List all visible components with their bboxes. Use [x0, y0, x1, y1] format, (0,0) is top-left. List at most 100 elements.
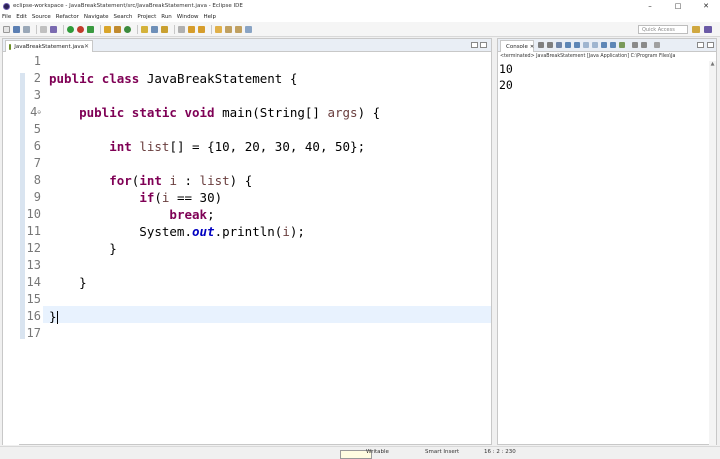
- line-number: 14: [26, 275, 41, 289]
- code-line: int list[] = {10, 20, 30, 40, 50};: [109, 139, 366, 154]
- word-wrap-icon[interactable]: [574, 42, 580, 48]
- menu-navigate[interactable]: Navigate: [84, 14, 109, 20]
- pin-console-icon[interactable]: [601, 42, 607, 48]
- clear-console-icon[interactable]: [556, 42, 562, 48]
- save-icon[interactable]: [13, 25, 20, 33]
- maximize-view-icon[interactable]: [707, 42, 714, 48]
- menu-source[interactable]: Source: [32, 14, 51, 20]
- line-number: 1: [33, 54, 41, 68]
- close-button[interactable]: ✕: [692, 0, 720, 12]
- java-perspective-icon[interactable]: [704, 26, 712, 33]
- window-title: eclipse-workspace - JavaBreakStatement/s…: [13, 3, 243, 9]
- menu-file[interactable]: File: [2, 14, 11, 20]
- view-menu-chevron-icon[interactable]: [654, 42, 660, 48]
- code-line: for(int i : list) {: [109, 173, 253, 188]
- window-controls: – □ ✕: [636, 0, 720, 12]
- tab-javabreakstatement[interactable]: JavaBreakStatement.java ✕: [5, 40, 93, 52]
- line-number: 16: [26, 309, 41, 323]
- line-number: 11: [26, 224, 41, 238]
- minimize-view-icon[interactable]: [471, 42, 478, 48]
- toolbar-separator: [63, 24, 64, 34]
- menu-run[interactable]: Run: [161, 14, 172, 20]
- writable-status: Writable: [366, 449, 389, 455]
- console-output-line: 10: [499, 62, 513, 76]
- forward-icon[interactable]: [235, 25, 242, 33]
- minimize-button[interactable]: –: [636, 0, 664, 12]
- close-tab-icon[interactable]: ✕: [530, 44, 534, 50]
- show-stdout-icon[interactable]: [583, 42, 589, 48]
- toolbar-separator: [137, 24, 138, 34]
- menu-project[interactable]: Project: [137, 14, 156, 20]
- console-tab-label: Console: [506, 43, 528, 50]
- editor-tabbar: JavaBreakStatement.java ✕: [3, 39, 491, 52]
- status-bar: Writable Smart Insert 16 : 2 : 230: [0, 446, 720, 459]
- toolbar-separator: [36, 24, 37, 34]
- maximize-button[interactable]: □: [664, 0, 692, 12]
- open-console-icon[interactable]: [619, 42, 625, 48]
- tab-label: JavaBreakStatement.java: [14, 43, 84, 50]
- toolbar-separator: [100, 24, 101, 34]
- view-menu-icon[interactable]: [632, 42, 638, 48]
- new-class-icon[interactable]: [124, 25, 131, 33]
- scroll-lock-icon[interactable]: [565, 42, 571, 48]
- coverage-icon[interactable]: [87, 25, 94, 33]
- new-java-project-icon[interactable]: [104, 25, 111, 33]
- pin-editor-icon[interactable]: [245, 25, 252, 33]
- line-number: 5: [33, 122, 41, 136]
- previous-annotation-icon[interactable]: [198, 25, 205, 33]
- menu-edit[interactable]: Edit: [16, 14, 27, 20]
- console-scrollbar[interactable]: ▲: [709, 61, 716, 445]
- minimize-view-icon[interactable]: [697, 42, 704, 48]
- editor-panel: JavaBreakStatement.java ✕ 1 2 3 4⊖ 5 6 7…: [2, 38, 492, 445]
- new-file-icon[interactable]: [3, 25, 10, 33]
- tab-console[interactable]: Console ✕: [500, 40, 534, 52]
- close-tab-icon[interactable]: ✕: [84, 43, 89, 50]
- run-external-icon[interactable]: [77, 25, 84, 33]
- editor-view-controls: [469, 42, 487, 48]
- toggle-mark-icon[interactable]: [178, 25, 185, 33]
- next-annotation-icon[interactable]: [188, 25, 195, 33]
- open-perspective-icon[interactable]: [692, 26, 700, 33]
- code-line: public class JavaBreakStatement {: [49, 71, 298, 86]
- code-editor[interactable]: 1 2 3 4⊖ 5 6 7 8 9 10 11 12 13 14 15 16 …: [3, 53, 491, 445]
- menu-search[interactable]: Search: [114, 14, 133, 20]
- code-line: }: [49, 275, 87, 290]
- console-panel: Console ✕ <terminated> JavaBreakStatemen…: [497, 38, 717, 445]
- remove-all-icon[interactable]: [547, 42, 553, 48]
- new-package-icon[interactable]: [114, 25, 121, 33]
- debug-icon[interactable]: [50, 25, 57, 33]
- scroll-up-icon[interactable]: ▲: [709, 61, 716, 68]
- link-icon[interactable]: [641, 42, 647, 48]
- toolbar-separator: [211, 24, 212, 34]
- last-edit-icon[interactable]: [215, 25, 222, 33]
- menu-window[interactable]: Window: [177, 14, 199, 20]
- toolbar-separator: [174, 24, 175, 34]
- display-console-icon[interactable]: [610, 42, 616, 48]
- eclipse-app-icon: [3, 2, 10, 10]
- main-toolbar: Quick Access: [0, 22, 720, 37]
- menu-refactor[interactable]: Refactor: [56, 14, 79, 20]
- search-icon[interactable]: [151, 25, 158, 33]
- menu-help[interactable]: Help: [203, 14, 216, 20]
- back-icon[interactable]: [225, 25, 232, 33]
- remove-launch-icon[interactable]: [538, 42, 544, 48]
- quick-access-input[interactable]: Quick Access: [638, 25, 688, 34]
- line-number: 4⊖: [19, 104, 43, 121]
- show-stderr-icon[interactable]: [592, 42, 598, 48]
- save-all-icon[interactable]: [23, 25, 30, 33]
- launch-info: <terminated> JavaBreakStatement [Java Ap…: [500, 54, 676, 59]
- fold-icon[interactable]: ⊖: [37, 109, 41, 116]
- terminal-icon[interactable]: [40, 25, 47, 33]
- open-type-icon[interactable]: [141, 25, 148, 33]
- line-number: 17: [26, 326, 41, 340]
- menu-bar: File Edit Source Refactor Navigate Searc…: [0, 12, 720, 22]
- run-icon[interactable]: [67, 25, 74, 33]
- open-task-icon[interactable]: [161, 25, 168, 33]
- code-lines: public class JavaBreakStatement { public…: [49, 53, 489, 342]
- maximize-view-icon[interactable]: [480, 42, 487, 48]
